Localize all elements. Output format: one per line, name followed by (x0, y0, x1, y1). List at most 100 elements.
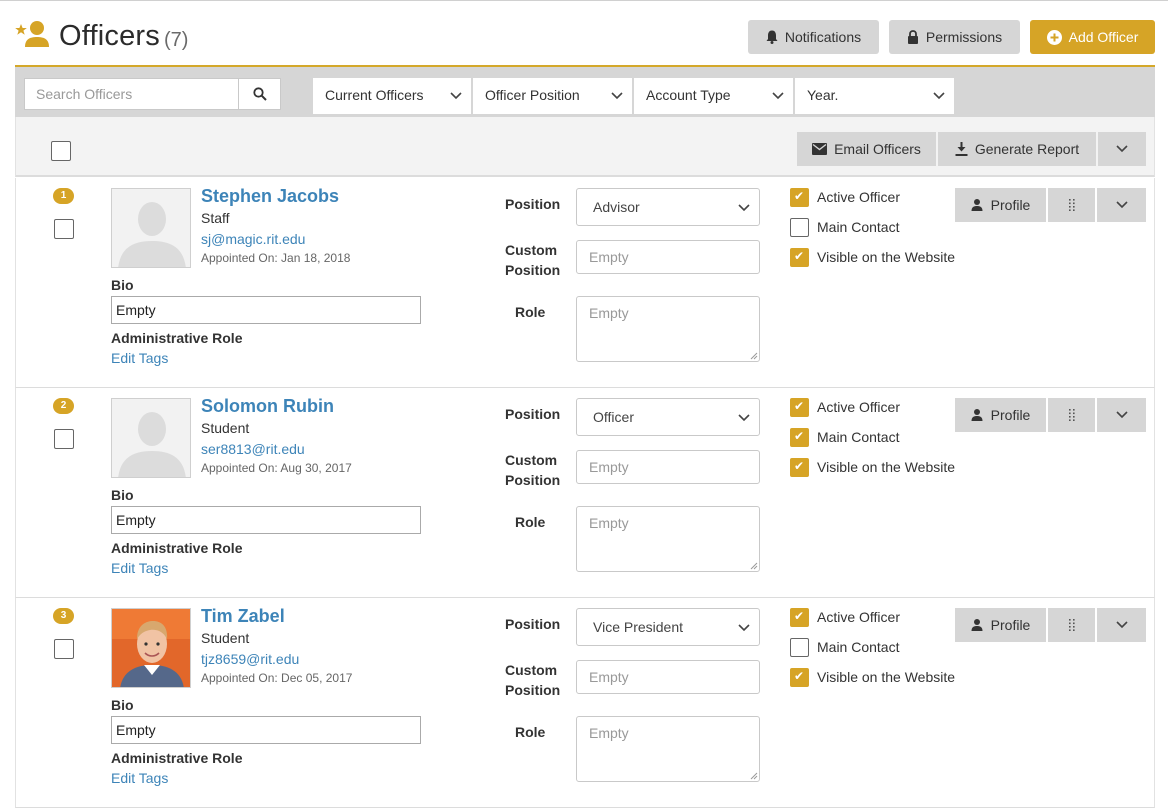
active-officer-toggle[interactable]: Active Officer (790, 607, 900, 627)
profile-button[interactable]: Profile (955, 608, 1046, 642)
role-field[interactable]: Empty (576, 296, 760, 362)
officer-account-type: Staff (201, 210, 230, 226)
administrative-role-label: Administrative Role (111, 330, 243, 346)
role-placeholder: Empty (589, 515, 629, 531)
officer-account-type: Student (201, 420, 250, 436)
role-placeholder: Empty (589, 725, 629, 741)
active-officer-toggle[interactable]: Active Officer (790, 187, 900, 207)
officer-name-link[interactable]: Stephen Jacobs (201, 186, 339, 207)
officer-photo (111, 188, 191, 268)
resize-grip-icon[interactable] (750, 352, 758, 360)
row-more-button[interactable] (1097, 188, 1146, 222)
chevron-down-icon (772, 92, 784, 100)
drag-handle-button[interactable] (1048, 608, 1095, 642)
main-contact-checkbox[interactable] (790, 427, 809, 447)
active-officer-checkbox[interactable] (790, 187, 809, 207)
custom-position-label-line1: Custom (505, 662, 558, 678)
edit-tags-link[interactable]: Edit Tags (111, 560, 168, 576)
year-value: Year. (807, 87, 839, 103)
search-button[interactable] (238, 78, 281, 110)
custom-position-label-line2: Position (505, 262, 561, 278)
permissions-button[interactable]: Permissions (889, 20, 1020, 54)
visible-on-website-checkbox[interactable] (790, 247, 809, 267)
email-officers-button[interactable]: Email Officers (797, 132, 936, 166)
user-icon (971, 409, 983, 421)
current-officers-value: Current Officers (325, 87, 424, 103)
officer-position-select[interactable]: Officer Position (473, 78, 632, 114)
position-label: Position (505, 616, 561, 632)
active-officer-toggle[interactable]: Active Officer (790, 397, 900, 417)
resize-grip-icon[interactable] (750, 772, 758, 780)
bio-label: Bio (111, 277, 134, 293)
role-field[interactable]: Empty (576, 506, 760, 572)
bio-field[interactable]: Empty (111, 296, 421, 324)
main-contact-toggle[interactable]: Main Contact (790, 427, 899, 447)
visible-on-website-toggle[interactable]: Visible on the Website (790, 457, 955, 477)
add-officer-button[interactable]: Add Officer (1030, 20, 1155, 54)
permissions-label: Permissions (925, 29, 1003, 45)
notifications-button[interactable]: Notifications (748, 20, 879, 54)
select-all-checkbox[interactable] (51, 141, 71, 161)
role-field[interactable]: Empty (576, 716, 760, 782)
row-number: 1 (60, 190, 67, 201)
chevron-down-icon (1115, 411, 1128, 419)
row-number: 3 (60, 610, 67, 621)
visible-on-website-toggle[interactable]: Visible on the Website (790, 667, 955, 687)
officer-email-link[interactable]: tjz8659@rit.edu (201, 651, 299, 667)
profile-button[interactable]: Profile (955, 398, 1046, 432)
generate-report-button[interactable]: Generate Report (938, 132, 1096, 166)
chevron-down-icon (1115, 201, 1128, 209)
current-officers-select[interactable]: Current Officers (313, 78, 471, 114)
bulk-toolbar: Email Officers Generate Report (15, 117, 1155, 177)
officer-email-link[interactable]: ser8813@rit.edu (201, 441, 305, 457)
officer-row: 1 Stephen Jacobs Staff sj@magic.rit.edu … (15, 178, 1155, 388)
position-label: Position (505, 196, 561, 212)
search-input[interactable]: Search Officers (24, 78, 239, 110)
bio-label: Bio (111, 697, 134, 713)
main-contact-toggle[interactable]: Main Contact (790, 637, 899, 657)
row-more-button[interactable] (1097, 608, 1146, 642)
officer-name-link[interactable]: Solomon Rubin (201, 396, 334, 417)
custom-position-field[interactable]: Empty (576, 240, 760, 274)
officer-email-link[interactable]: sj@magic.rit.edu (201, 231, 305, 247)
active-officer-checkbox[interactable] (790, 607, 809, 627)
officer-name-link[interactable]: Tim Zabel (201, 606, 285, 627)
main-contact-checkbox[interactable] (790, 217, 809, 237)
edit-tags-link[interactable]: Edit Tags (111, 350, 168, 366)
profile-button[interactable]: Profile (955, 188, 1046, 222)
row-select-checkbox[interactable] (54, 639, 74, 659)
more-actions-button[interactable] (1098, 132, 1146, 166)
main-contact-toggle[interactable]: Main Contact (790, 217, 899, 237)
position-select[interactable]: Vice President (576, 608, 760, 646)
resize-grip-icon[interactable] (750, 562, 758, 570)
drag-handle-button[interactable] (1048, 188, 1095, 222)
plus-circle-icon (1046, 29, 1062, 45)
avatar-placeholder-icon (112, 399, 190, 477)
bio-field[interactable]: Empty (111, 506, 421, 534)
custom-position-field[interactable]: Empty (576, 660, 760, 694)
custom-position-field[interactable]: Empty (576, 450, 760, 484)
download-icon (955, 142, 968, 156)
search-icon (252, 87, 267, 101)
custom-position-label-line1: Custom (505, 242, 558, 258)
position-select[interactable]: Advisor (576, 188, 760, 226)
bio-field[interactable]: Empty (111, 716, 421, 744)
visible-on-website-toggle[interactable]: Visible on the Website (790, 247, 955, 267)
drag-handle-button[interactable] (1048, 398, 1095, 432)
position-select[interactable]: Officer (576, 398, 760, 436)
lock-icon (907, 30, 918, 44)
row-more-button[interactable] (1097, 398, 1146, 432)
year-select[interactable]: Year. (795, 78, 954, 114)
active-officer-checkbox[interactable] (790, 397, 809, 417)
main-contact-checkbox[interactable] (790, 637, 809, 657)
generate-report-label: Generate Report (974, 141, 1080, 157)
row-select-checkbox[interactable] (54, 429, 74, 449)
visible-on-website-checkbox[interactable] (790, 667, 809, 687)
edit-tags-link[interactable]: Edit Tags (111, 770, 168, 786)
visible-on-website-checkbox[interactable] (790, 457, 809, 477)
user-icon (971, 199, 983, 211)
envelope-icon (812, 143, 828, 155)
account-type-select[interactable]: Account Type (634, 78, 793, 114)
row-select-checkbox[interactable] (54, 219, 74, 239)
appointed-date: Appointed On: Jan 18, 2018 (201, 251, 351, 265)
